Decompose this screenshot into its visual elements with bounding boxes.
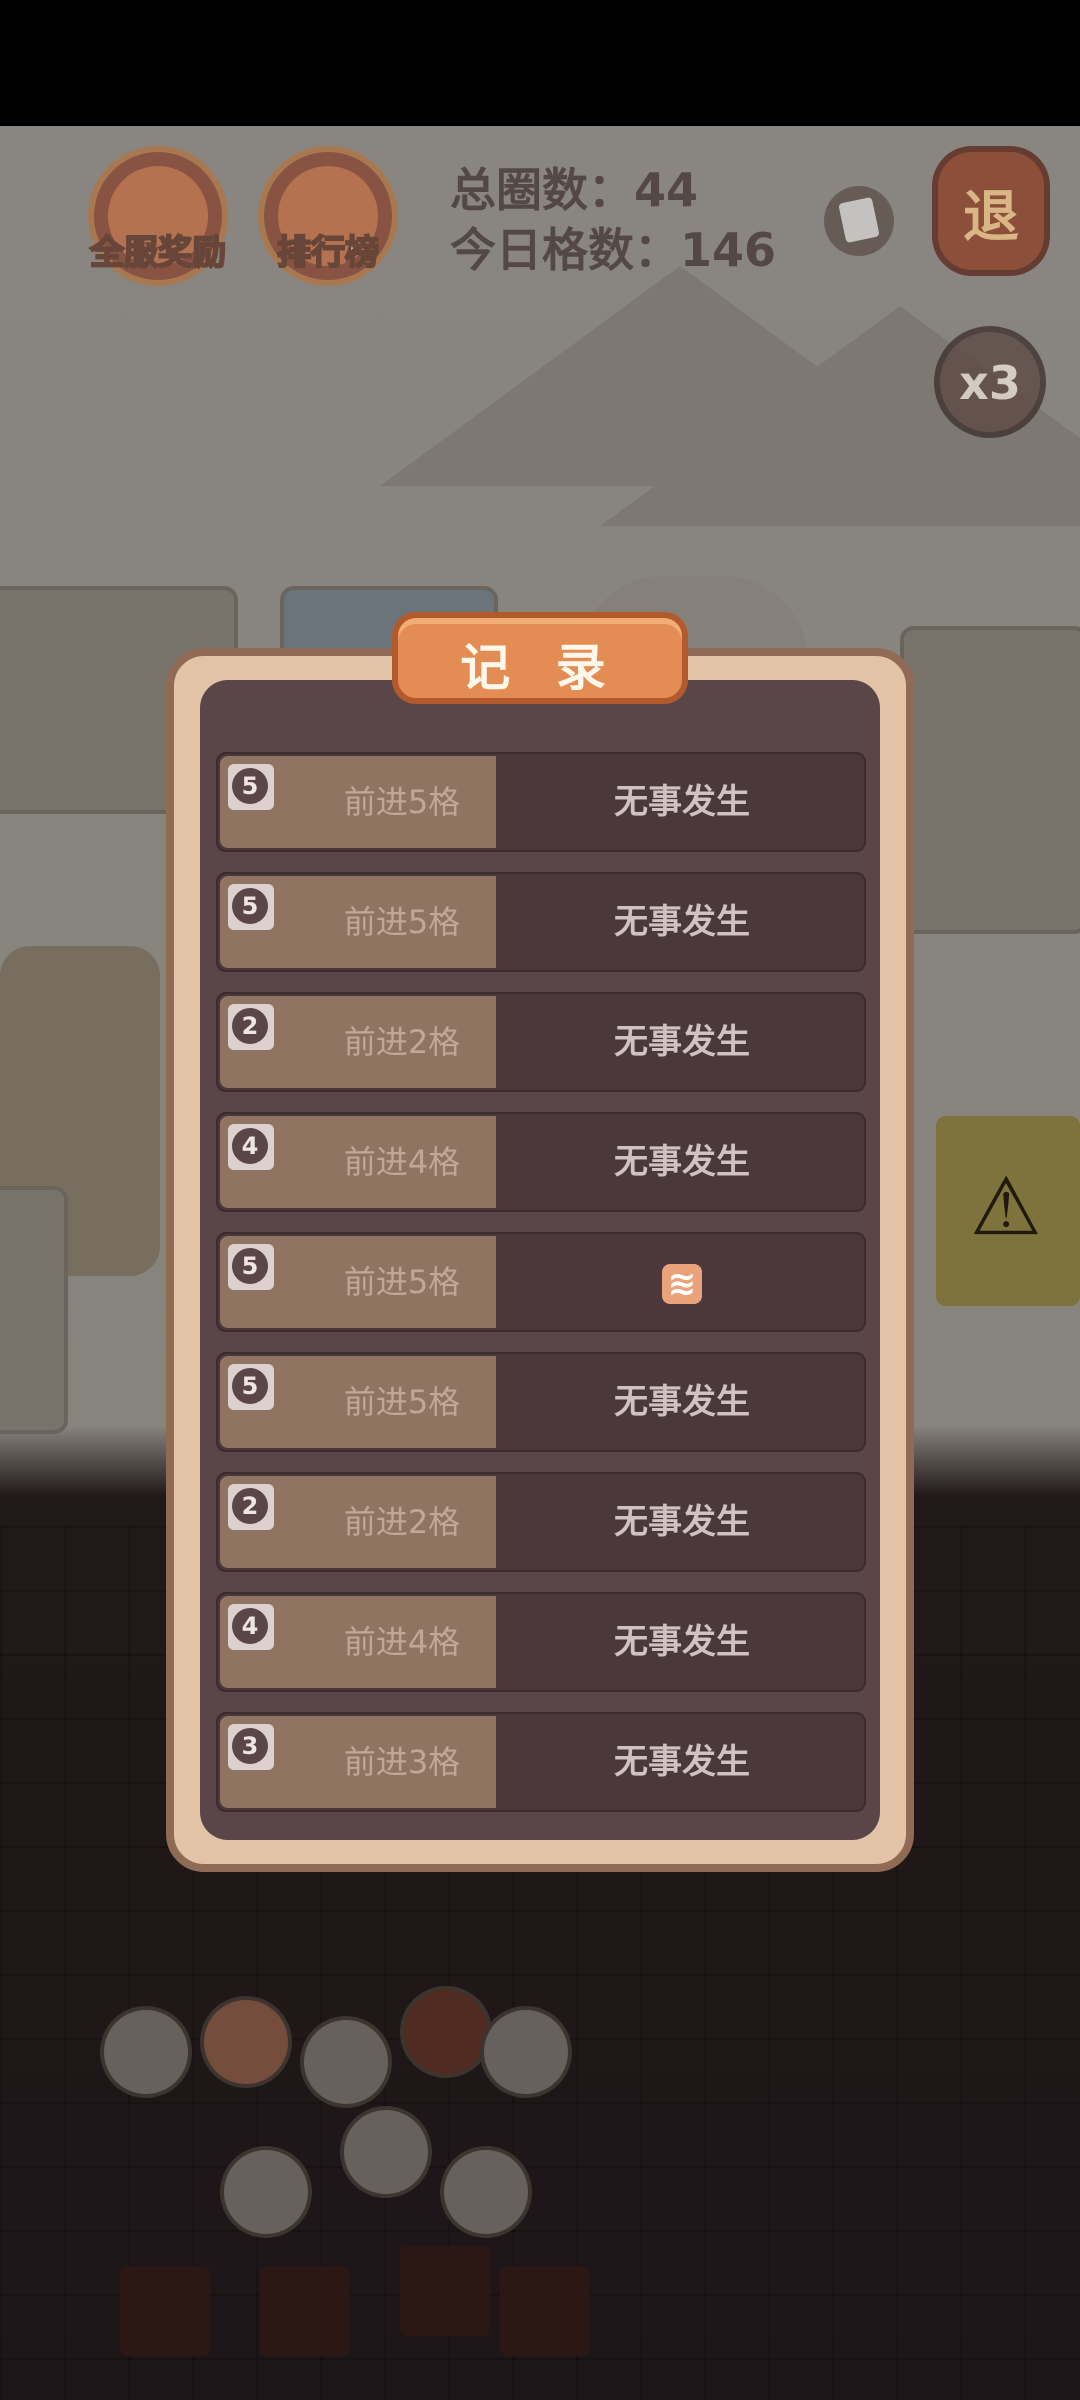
- dice-badge: 4: [228, 1604, 274, 1650]
- record-row: 5 前进5格 无事发生: [216, 752, 866, 852]
- result-text: 无事发生: [614, 1382, 750, 1422]
- move-cell: 5 前进5格: [220, 1236, 496, 1328]
- result-cell: [498, 1234, 864, 1330]
- record-title: 记 录: [460, 639, 620, 697]
- result-cell: 无事发生: [498, 994, 864, 1090]
- record-row: 5 前进5格: [216, 1232, 866, 1332]
- dice-value: 5: [232, 768, 268, 804]
- move-text: 前进2格: [343, 1503, 461, 1541]
- record-row: 4 前进4格 无事发生: [216, 1112, 866, 1212]
- result-cell: 无事发生: [498, 1354, 864, 1450]
- move-text: 前进4格: [343, 1623, 461, 1661]
- move-text: 前进2格: [343, 1023, 461, 1061]
- record-row: 2 前进2格 无事发生: [216, 992, 866, 1092]
- result-cell: 无事发生: [498, 1594, 864, 1690]
- record-row: 5 前进5格 无事发生: [216, 872, 866, 972]
- server-rewards-label: 全服奖励: [89, 232, 227, 274]
- record-row: 2 前进2格 无事发生: [216, 1472, 866, 1572]
- record-row: 3 前进3格 无事发生: [216, 1712, 866, 1812]
- result-cell: 无事发生: [498, 1714, 864, 1810]
- dice-value: 4: [232, 1608, 268, 1644]
- dice-value: 2: [232, 1008, 268, 1044]
- record-row: 5 前进5格 无事发生: [216, 1352, 866, 1452]
- result-text: 无事发生: [614, 1622, 750, 1662]
- status-bar: [0, 0, 1080, 126]
- notes-button[interactable]: [824, 186, 894, 256]
- dice-badge: 4: [228, 1124, 274, 1170]
- exit-button[interactable]: 退: [932, 146, 1050, 276]
- dice-badge: 5: [228, 1364, 274, 1410]
- dice-value: 5: [232, 1248, 268, 1284]
- dice-badge: 5: [228, 884, 274, 930]
- dice-value: 5: [232, 888, 268, 924]
- result-text: 无事发生: [614, 1022, 750, 1062]
- move-cell: 3 前进3格: [220, 1716, 496, 1808]
- today-steps-text: 今日格数：146: [450, 223, 777, 277]
- move-text: 前进5格: [343, 903, 461, 941]
- server-rewards-button[interactable]: 全服奖励: [88, 146, 228, 286]
- move-cell: 5 前进5格: [220, 756, 496, 848]
- move-text: 前进4格: [343, 1143, 461, 1181]
- dice-badge: 3: [228, 1724, 274, 1770]
- dice-value: 2: [232, 1488, 268, 1524]
- move-cell: 4 前进4格: [220, 1116, 496, 1208]
- result-text: 无事发生: [614, 1742, 750, 1782]
- dice-badge: 5: [228, 764, 274, 810]
- result-cell: 无事发生: [498, 874, 864, 970]
- result-cell: 无事发生: [498, 1114, 864, 1210]
- move-text: 前进5格: [343, 1263, 461, 1301]
- multiplier-button[interactable]: x3: [934, 326, 1046, 438]
- move-cell: 4 前进4格: [220, 1596, 496, 1688]
- exit-label: 退: [963, 185, 1019, 250]
- move-cell: 5 前进5格: [220, 1356, 496, 1448]
- result-text: 无事发生: [614, 782, 750, 822]
- wave-tile-icon: [662, 1262, 702, 1306]
- dice-value: 3: [232, 1728, 268, 1764]
- leaderboard-button[interactable]: 排行榜: [258, 146, 398, 286]
- leaderboard-label: 排行榜: [276, 232, 380, 274]
- dice-badge: 5: [228, 1244, 274, 1290]
- stats-panel: 总圈数：44 今日格数：146: [450, 160, 776, 280]
- dice-badge: 2: [228, 1004, 274, 1050]
- move-cell: 2 前进2格: [220, 1476, 496, 1568]
- move-cell: 5 前进5格: [220, 876, 496, 968]
- move-cell: 2 前进2格: [220, 996, 496, 1088]
- multiplier-label: x3: [959, 356, 1021, 410]
- result-cell: 无事发生: [498, 1474, 864, 1570]
- move-text: 前进3格: [343, 1743, 461, 1781]
- record-row: 4 前进4格 无事发生: [216, 1592, 866, 1692]
- result-cell: 无事发生: [498, 754, 864, 850]
- total-laps-text: 总圈数：44: [450, 163, 699, 217]
- dice-value: 5: [232, 1368, 268, 1404]
- move-text: 前进5格: [343, 1383, 461, 1421]
- result-text: 无事发生: [614, 1142, 750, 1182]
- record-title-tab: 记 录: [392, 612, 688, 704]
- move-text: 前进5格: [343, 783, 461, 821]
- result-text: 无事发生: [614, 902, 750, 942]
- dice-value: 4: [232, 1128, 268, 1164]
- notes-icon: [838, 196, 880, 244]
- dice-badge: 2: [228, 1484, 274, 1530]
- result-text: 无事发生: [614, 1502, 750, 1542]
